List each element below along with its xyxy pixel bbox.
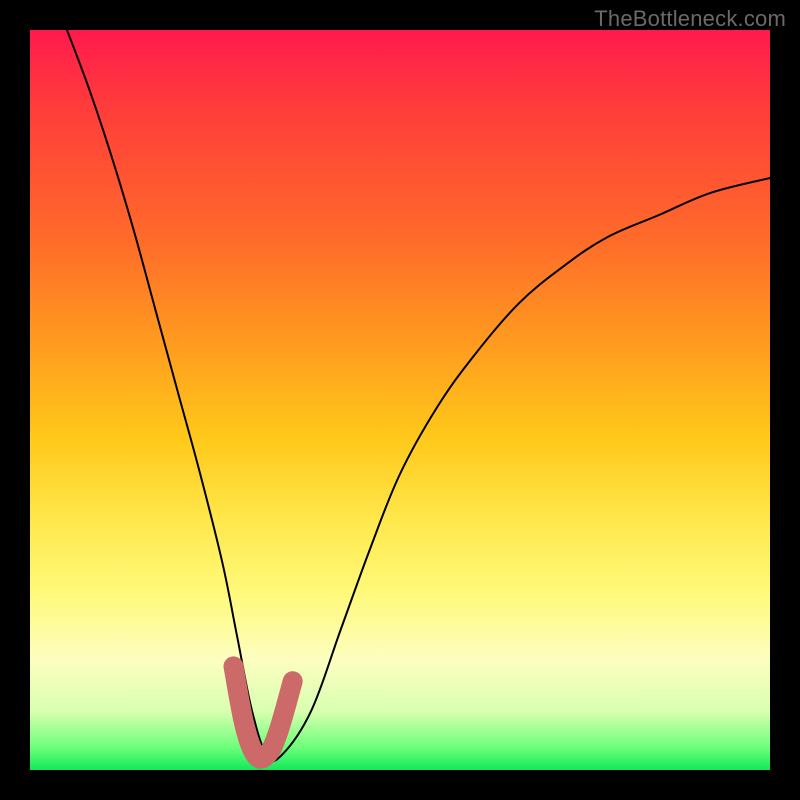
- bottleneck-chart: [30, 30, 770, 770]
- chart-area: [30, 30, 770, 770]
- optimal-range-highlight: [234, 666, 293, 758]
- watermark-text: TheBottleneck.com: [594, 6, 786, 32]
- bottleneck-curve-line: [67, 30, 770, 761]
